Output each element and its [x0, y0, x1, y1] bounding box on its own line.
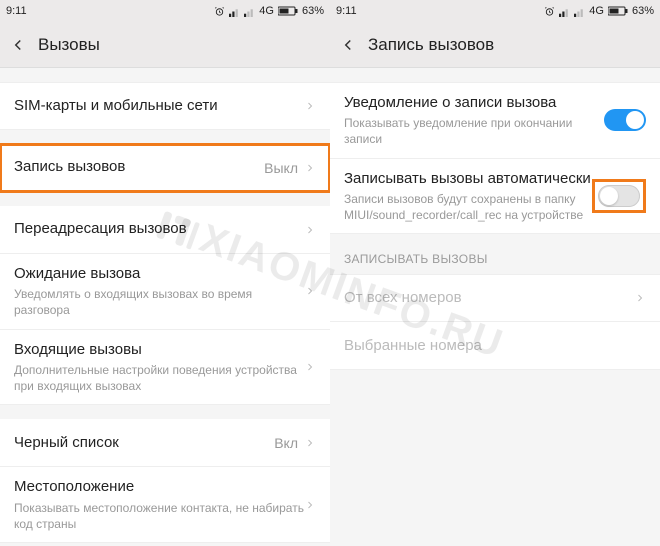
status-time: 9:11	[6, 5, 27, 17]
signal2-icon	[244, 6, 255, 17]
settings-row[interactable]: Запись вызововВыкл	[0, 144, 330, 192]
status-indicators: 4G 63%	[214, 5, 324, 17]
status-indicators: 4G 63%	[544, 5, 654, 17]
row-subtitle: Дополнительные настройки поведения устро…	[14, 362, 304, 394]
chevron-right-icon	[304, 285, 316, 297]
chevron-right-icon	[304, 437, 316, 449]
row-title: Записывать вызовы автоматически	[344, 169, 592, 189]
settings-row[interactable]: Входящие вызовыДополнительные настройки …	[0, 330, 330, 406]
settings-row[interactable]: Переадресация вызовов	[0, 206, 330, 254]
row-title: Переадресация вызовов	[14, 219, 304, 239]
screen-call-recording: 9:11 4G 63% Запись вызовов Уведомление о…	[330, 0, 660, 546]
battery-pct: 63%	[302, 5, 324, 17]
chevron-right-icon	[634, 292, 646, 304]
battery-pct: 63%	[632, 5, 654, 17]
network-label: 4G	[589, 5, 604, 17]
settings-row[interactable]: Ожидание вызоваУведомлять о входящих выз…	[0, 254, 330, 330]
chevron-right-icon	[304, 499, 316, 511]
signal-icon	[559, 6, 570, 17]
row-subtitle: Уведомлять о входящих вызовах во время р…	[14, 286, 304, 318]
status-time: 9:11	[336, 5, 357, 17]
row-title: Черный список	[14, 433, 274, 453]
row-title: Местоположение	[14, 477, 304, 497]
row-title: Входящие вызовы	[14, 340, 304, 360]
settings-list: SIM-карты и мобильные сети Запись вызовов…	[0, 68, 330, 546]
title-bar: Запись вызовов	[330, 22, 660, 68]
alarm-icon	[544, 6, 555, 17]
page-title: Вызовы	[38, 35, 100, 55]
row-title: Ожидание вызова	[14, 264, 304, 284]
row-title: Уведомление о записи вызова	[344, 93, 604, 113]
row-title: SIM-карты и мобильные сети	[14, 96, 304, 116]
status-bar: 9:11 4G 63%	[0, 0, 330, 22]
toggle-recording-notification[interactable]	[604, 109, 646, 131]
row-title: Выбранные номера	[344, 336, 646, 356]
signal-icon	[229, 6, 240, 17]
status-bar: 9:11 4G 63%	[330, 0, 660, 22]
section-header-record-calls: ЗАПИСЫВАТЬ ВЫЗОВЫ	[330, 234, 660, 274]
row-subtitle: Записи вызовов будут сохранены в папку M…	[344, 191, 592, 223]
screen-calls: 9:11 4G 63% Вызовы SIM-карты и мобильные…	[0, 0, 330, 546]
chevron-right-icon	[304, 100, 316, 112]
network-label: 4G	[259, 5, 274, 17]
row-value: Вкл	[274, 435, 298, 451]
chevron-left-icon	[339, 36, 357, 54]
row-subtitle: Показывать уведомление при окончании зап…	[344, 115, 604, 147]
row-selected-numbers[interactable]: Выбранные номера	[330, 322, 660, 370]
settings-row[interactable]: SIM-карты и мобильные сети	[0, 82, 330, 130]
chevron-left-icon	[9, 36, 27, 54]
row-from-all-numbers[interactable]: От всех номеров	[330, 274, 660, 322]
back-button[interactable]	[336, 33, 360, 57]
chevron-right-icon	[304, 224, 316, 236]
battery-icon	[608, 6, 628, 16]
page-title: Запись вызовов	[368, 35, 494, 55]
row-title: От всех номеров	[344, 288, 634, 308]
back-button[interactable]	[6, 33, 30, 57]
recording-settings: Уведомление о записи вызова Показывать у…	[330, 68, 660, 546]
row-recording-notification[interactable]: Уведомление о записи вызова Показывать у…	[330, 82, 660, 159]
row-subtitle: Показывать местоположение контакта, не н…	[14, 500, 304, 532]
toggle-auto-record[interactable]	[598, 185, 640, 207]
row-value: Выкл	[264, 160, 298, 176]
row-auto-record[interactable]: Записывать вызовы автоматически Записи в…	[330, 159, 660, 235]
highlight-box	[592, 179, 646, 213]
chevron-right-icon	[304, 361, 316, 373]
settings-row[interactable]: Местоположение Показывать местоположение …	[0, 467, 330, 543]
title-bar: Вызовы	[0, 22, 330, 68]
signal2-icon	[574, 6, 585, 17]
row-title: Запись вызовов	[14, 157, 264, 177]
battery-icon	[278, 6, 298, 16]
settings-row[interactable]: Черный списокВкл	[0, 419, 330, 467]
alarm-icon	[214, 6, 225, 17]
chevron-right-icon	[304, 162, 316, 174]
